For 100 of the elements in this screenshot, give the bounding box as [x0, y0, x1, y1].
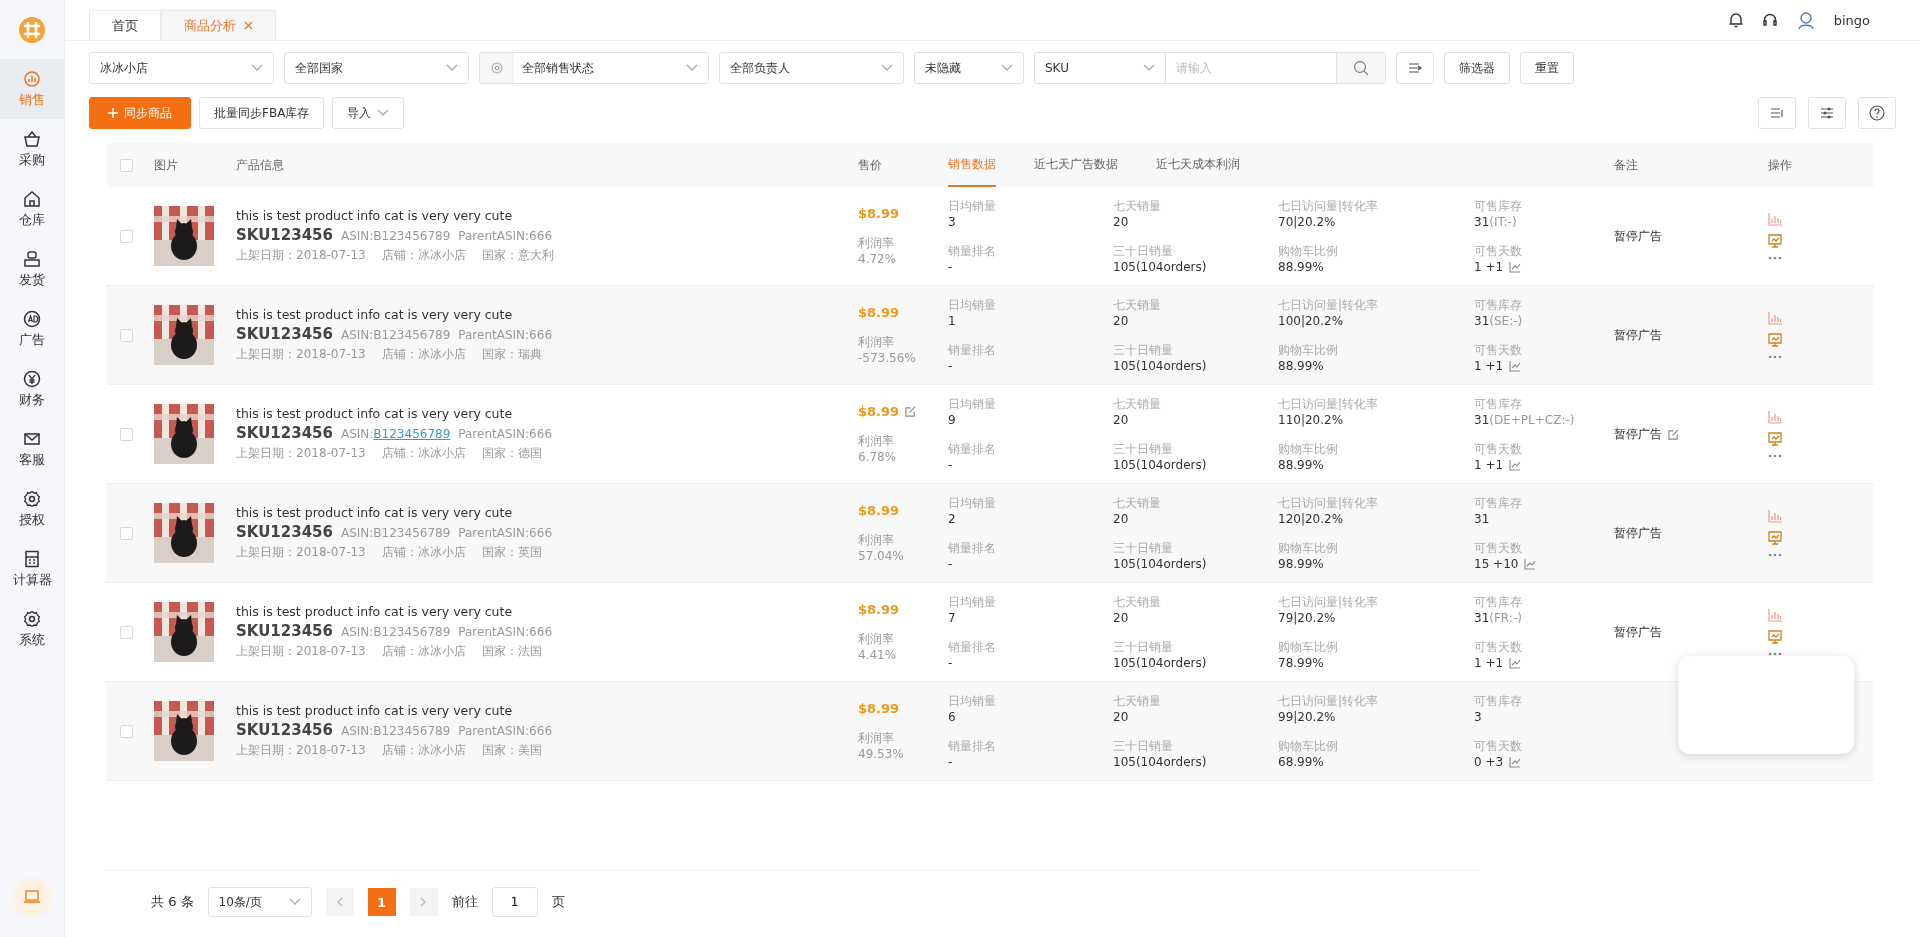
sidebar-item[interactable]: 客服 — [0, 419, 64, 479]
metric-label: 七天销量 — [1113, 693, 1162, 710]
presentation-chart-icon[interactable] — [1768, 332, 1782, 347]
country-text: 国家：法国 — [481, 643, 542, 660]
metric-value: 79|20.2% — [1278, 611, 1336, 625]
price: $8.99 — [858, 602, 900, 617]
sidebar-item[interactable]: 仓库 — [0, 179, 64, 239]
help-icon[interactable] — [1858, 97, 1896, 129]
fba-sync-button[interactable]: 批量同步FBA库存 — [199, 97, 325, 129]
price: $8.99 — [858, 404, 900, 419]
search-type[interactable]: SKU — [1045, 61, 1135, 75]
avatar-icon[interactable] — [1795, 10, 1816, 30]
sidebar-item[interactable]: 系统 — [0, 599, 64, 659]
price: $8.99 — [858, 305, 900, 320]
presentation-chart-icon[interactable] — [1768, 629, 1782, 644]
presentation-chart-icon[interactable] — [1768, 233, 1782, 248]
sort-icon[interactable] — [1396, 52, 1434, 84]
country-text: 国家：瑞典 — [481, 346, 542, 363]
more-icon[interactable] — [1768, 552, 1782, 557]
select-field[interactable]: 全部销售状态 — [479, 52, 709, 84]
metric-value: 2 — [948, 512, 956, 526]
checkbox[interactable] — [119, 526, 133, 540]
sidebar-item[interactable]: 广告 — [0, 299, 64, 359]
search-icon[interactable] — [1353, 60, 1369, 76]
bar-chart-icon[interactable] — [1768, 212, 1782, 226]
filter-button[interactable]: 重置 — [1520, 52, 1574, 84]
metric-value: 100|20.2% — [1278, 314, 1344, 328]
more-icon[interactable] — [1768, 651, 1782, 656]
checkbox[interactable] — [119, 158, 133, 172]
metric-value: 7 — [948, 611, 956, 625]
select-field[interactable]: 全部负责人 — [719, 52, 904, 84]
more-icon[interactable] — [1768, 453, 1782, 458]
product-title: this is test product info cat is very very cute — [236, 208, 514, 223]
metric-label: 日均销量 — [948, 495, 997, 512]
margin-value: 57.04% — [858, 549, 905, 563]
sidebar-item[interactable]: 计算器 — [0, 539, 64, 599]
trend-icon[interactable] — [1509, 459, 1522, 471]
page-input[interactable]: 1 — [491, 887, 538, 917]
product-title: this is test product info cat is very very cute — [236, 307, 514, 322]
trend-icon[interactable] — [1524, 558, 1537, 570]
metric-label: 购物车比例 — [1278, 342, 1339, 359]
filter-button[interactable]: 筛选器 — [1444, 52, 1510, 84]
bell-icon[interactable] — [1727, 12, 1744, 28]
metric-label: 可售库存 — [1474, 693, 1523, 710]
metric-label: 销量排名 — [948, 342, 997, 359]
note-text: 暂停广告 — [1614, 425, 1662, 443]
metric-label: 三十日销量 — [1113, 441, 1174, 458]
metric-value: 105(104orders) — [1113, 557, 1207, 571]
checkbox[interactable] — [119, 724, 133, 738]
edit-icon[interactable] — [1668, 428, 1679, 440]
metric-value: 1 +1 — [1474, 656, 1504, 670]
metric-label: 购物车比例 — [1278, 639, 1339, 656]
presentation-chart-icon[interactable] — [1768, 530, 1782, 545]
checkbox[interactable] — [119, 625, 133, 639]
search-field[interactable]: SKU 请输入 — [1034, 52, 1386, 84]
checkbox[interactable] — [119, 328, 133, 342]
checkbox[interactable] — [119, 427, 133, 441]
more-icon[interactable] — [1768, 255, 1782, 260]
presentation-chart-icon[interactable] — [1768, 431, 1782, 446]
bar-chart-icon[interactable] — [1768, 410, 1782, 424]
metric-label: 销量排名 — [948, 738, 997, 755]
metric-value: 88.99% — [1278, 458, 1324, 472]
trend-icon[interactable] — [1509, 756, 1522, 768]
list-icon[interactable] — [1758, 97, 1796, 129]
sidebar-item[interactable]: 财务 — [0, 359, 64, 419]
chevron-down-icon — [251, 64, 263, 72]
headset-icon[interactable] — [1761, 12, 1778, 28]
data-tab[interactable]: 近七天广告数据 — [1034, 143, 1118, 187]
chevron-down-icon — [881, 64, 893, 72]
trend-icon[interactable] — [1509, 360, 1522, 372]
edit-icon[interactable] — [905, 406, 917, 417]
metric-label: 可售库存 — [1474, 495, 1523, 512]
metric-value: 1 +1 — [1474, 260, 1504, 274]
page-tab[interactable]: 首页 — [89, 10, 161, 40]
page-size-select[interactable]: 10条/页 — [207, 887, 312, 917]
more-icon[interactable] — [1768, 354, 1782, 359]
metric-value: 31(DE+PL+CZ:-) — [1474, 413, 1575, 427]
metric-label: 七日访问量|转化率 — [1278, 495, 1380, 512]
select-field[interactable]: 未隐藏 — [914, 52, 1024, 84]
sidebar-item[interactable]: 采购 — [0, 119, 64, 179]
margin-value: 4.41% — [858, 648, 898, 662]
note-text: 暂停广告 — [1614, 326, 1662, 344]
trend-icon[interactable] — [1509, 261, 1522, 273]
laptop-icon[interactable] — [12, 877, 52, 917]
sliders-icon[interactable] — [1808, 97, 1846, 129]
sidebar-item[interactable]: 发货 — [0, 239, 64, 299]
sidebar-item[interactable]: 授权 — [0, 479, 64, 539]
user-name[interactable]: bingo — [1833, 12, 1870, 28]
metric-label: 七日访问量|转化率 — [1278, 594, 1380, 611]
import-button[interactable]: 导入 — [332, 97, 405, 129]
data-tab[interactable]: 近七天成本利润 — [1156, 143, 1240, 187]
close-icon[interactable] — [244, 21, 253, 30]
listing-date: 上架日期：2018-07-13 — [236, 544, 366, 561]
trend-icon[interactable] — [1509, 657, 1522, 669]
select-field[interactable]: 全部国家 — [284, 52, 469, 84]
bar-chart-icon[interactable] — [1768, 608, 1782, 622]
ad-icon — [22, 309, 42, 329]
select-field[interactable]: 冰冰小店 — [89, 52, 274, 84]
margin-value: -573.56% — [858, 351, 917, 365]
checkbox[interactable] — [119, 229, 133, 243]
